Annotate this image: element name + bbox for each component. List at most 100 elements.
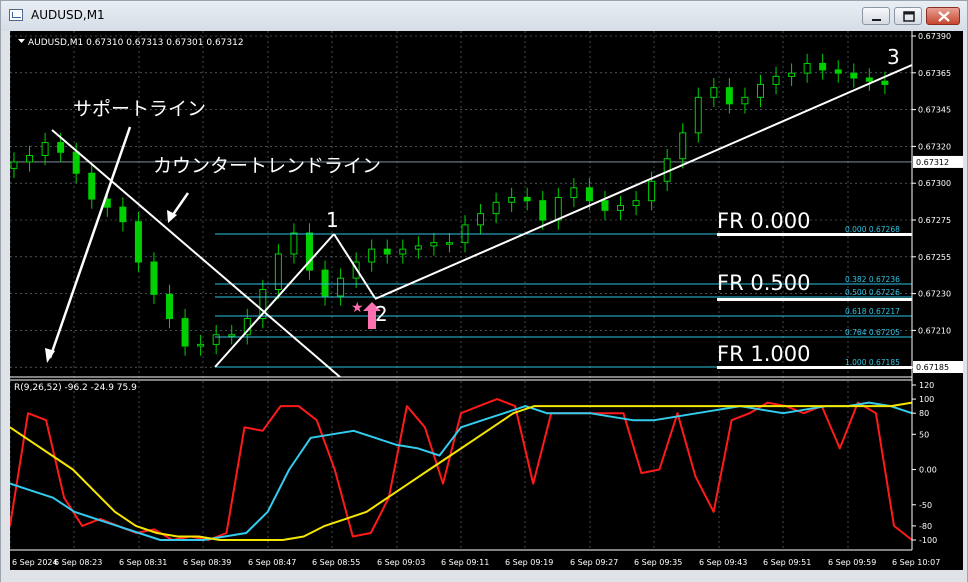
candle-body	[119, 206, 127, 223]
window-title: AUDUSD,M1	[31, 8, 105, 22]
time-tick-label: 6 Sep 10:07	[892, 558, 940, 567]
candle-body	[585, 187, 593, 202]
fib-level-label: 0.500 0.67226	[845, 288, 900, 297]
price-tick-label: 0.67255	[918, 253, 951, 262]
indicator-line	[10, 398, 913, 541]
minimize-button[interactable]	[862, 7, 890, 25]
chart-area[interactable]: 0.000 0.67268 0.382 0.67236 0.500 0.67226 0…	[10, 31, 963, 570]
header-dropdown-icon[interactable]	[18, 39, 25, 43]
indicator-tick-label: -50	[919, 501, 932, 510]
fr-big-label: FR 0.000	[717, 209, 810, 233]
candle-body	[430, 242, 438, 247]
candle-body	[492, 201, 500, 215]
indicator-tick-label: 80	[919, 409, 929, 418]
candle-body	[788, 72, 796, 77]
title-bar[interactable]: AUDUSD,M1	[1, 1, 967, 31]
candle-body	[539, 200, 547, 221]
candle-body	[10, 161, 18, 169]
time-tick-label: 6 Sep 08:39	[183, 558, 231, 567]
indicator-header: R(9,26,52) -96.2 -24.9 75.9	[14, 383, 137, 393]
candle-body	[134, 221, 142, 263]
price-tick-label: 0.67210	[918, 326, 951, 335]
candle-body	[228, 334, 236, 337]
candle-body	[819, 62, 827, 71]
bottom-price-label: 0.67185	[916, 363, 949, 372]
price-tick-label: 0.67390	[918, 32, 951, 41]
fr-big-label: FR 0.500	[717, 271, 810, 295]
time-tick-label: 6 Sep 09:43	[699, 558, 747, 567]
candle-body	[383, 248, 391, 255]
candle-body	[710, 87, 718, 98]
support-trendline[interactable]	[214, 233, 335, 368]
support-line-label: サポートライン	[73, 98, 206, 120]
time-tick-label: 6 Sep 09:59	[828, 558, 876, 567]
candle-body	[368, 248, 376, 263]
close-button[interactable]	[926, 7, 960, 25]
counter-trend-line-label: カウンタートレンドライン	[153, 155, 381, 177]
price-tick-label: 0.67230	[918, 290, 951, 299]
time-tick-label: 6 Sep 09:27	[570, 558, 618, 567]
candle-body	[445, 242, 453, 245]
candle-body	[601, 200, 609, 211]
status-strip	[1, 570, 967, 582]
time-tick-label: 6 Sep 08:31	[119, 558, 167, 567]
candle-body	[570, 187, 578, 198]
fr-big-label: FR 1.000	[717, 342, 810, 366]
candle-body	[197, 343, 205, 347]
fib-level-label: 0.764 0.67205	[845, 328, 900, 337]
candle-body	[741, 96, 749, 105]
price-tick-label: 0.67300	[918, 179, 951, 188]
candle-body	[756, 83, 764, 98]
wave-1-label: 1	[326, 208, 339, 232]
candle-body	[648, 180, 656, 202]
price-chart[interactable]: 0.000 0.67268 0.382 0.67236 0.500 0.67226 0…	[10, 31, 963, 570]
candle-body	[88, 172, 96, 200]
indicator-tick-label: 120	[919, 381, 934, 390]
price-tick-label: 0.67365	[918, 69, 951, 78]
fibonacci-retracement[interactable]: 0.000 0.67268 0.382 0.67236 0.500 0.67226 0…	[215, 209, 912, 369]
candle-body	[72, 151, 80, 174]
price-tick-label: 0.67345	[918, 106, 951, 115]
current-price-label: 0.67312	[916, 158, 949, 167]
candle-body	[321, 269, 329, 297]
time-tick-label: 6 Sep 08:47	[248, 558, 296, 567]
terminal-window: AUDUSD,M1 0.000 0.67268 0.382 0.67236 0.50…	[0, 0, 968, 582]
fr-marker-bar	[717, 233, 912, 236]
time-tick-label: 6 Sep 09:03	[377, 558, 425, 567]
candle-body	[212, 334, 220, 345]
price-tick-label: 0.67320	[918, 142, 951, 151]
candle-body	[41, 142, 49, 156]
indicator-tick-label: 50	[919, 430, 929, 439]
fib-level-label: 1.000 0.67185	[845, 358, 900, 367]
candle-body	[181, 318, 189, 347]
fr-marker-bar	[717, 366, 912, 369]
fib-level-label: 0.618 0.67217	[845, 307, 900, 316]
candle-body	[508, 196, 516, 203]
candle-body	[399, 248, 407, 255]
indicator-lines	[10, 398, 913, 541]
symbol-header: AUDUSD,M1 0.67310 0.67313 0.67301 0.6731…	[28, 38, 244, 48]
time-tick-label: 6 Sep 08:55	[312, 558, 360, 567]
candle-body	[166, 293, 174, 320]
candle-body	[617, 205, 625, 211]
maximize-icon	[903, 11, 915, 22]
time-tick-label: 6 Sep 09:11	[441, 558, 489, 567]
maximize-button[interactable]	[894, 7, 922, 25]
candle-body	[57, 142, 65, 153]
candle-body	[26, 154, 34, 163]
indicator-tick-label: -80	[919, 522, 932, 531]
candle-body	[150, 261, 158, 295]
indicator-tick-label: 0.00	[919, 466, 937, 475]
close-icon	[938, 11, 950, 22]
price-tick-label: 0.67275	[918, 216, 951, 225]
candle-body	[554, 196, 562, 221]
time-tick-label: 6 Sep 09:35	[634, 558, 682, 567]
candle-body	[865, 77, 873, 82]
candle-body	[632, 200, 640, 207]
candle-body	[772, 75, 780, 85]
candle-body	[803, 62, 811, 74]
fr-marker-bar	[717, 298, 912, 301]
wave-3-trendline[interactable]	[374, 64, 913, 300]
wave-3-label: 3	[887, 45, 900, 69]
minimize-icon	[872, 19, 881, 21]
